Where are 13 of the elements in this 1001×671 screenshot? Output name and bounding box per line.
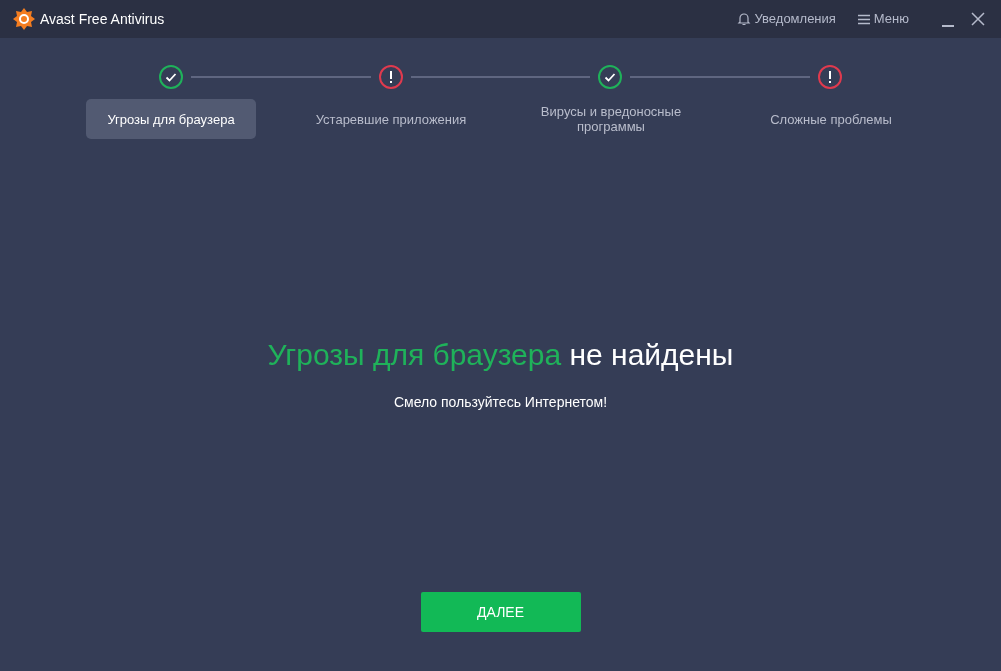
- step-tab[interactable]: Вирусы и вредоносные программы: [526, 99, 696, 139]
- step-tab[interactable]: Устаревшие приложения: [306, 99, 476, 139]
- bell-icon: [736, 12, 751, 26]
- menu-button[interactable]: Меню: [857, 9, 909, 29]
- step-tab[interactable]: Сложные проблемы: [746, 99, 916, 139]
- result-heading: Угрозы для браузера не найдены: [267, 337, 734, 373]
- menu-icon: [857, 13, 870, 25]
- notifications-button[interactable]: Уведомления: [736, 9, 836, 29]
- window-title: Avast Free Antivirus: [40, 9, 165, 29]
- step-tab[interactable]: Угрозы для браузера: [86, 99, 256, 139]
- result-subtitle: Смело пользуйтесь Интернетом!: [393, 393, 608, 412]
- close-icon: [971, 12, 985, 26]
- logo-icon: [12, 7, 36, 31]
